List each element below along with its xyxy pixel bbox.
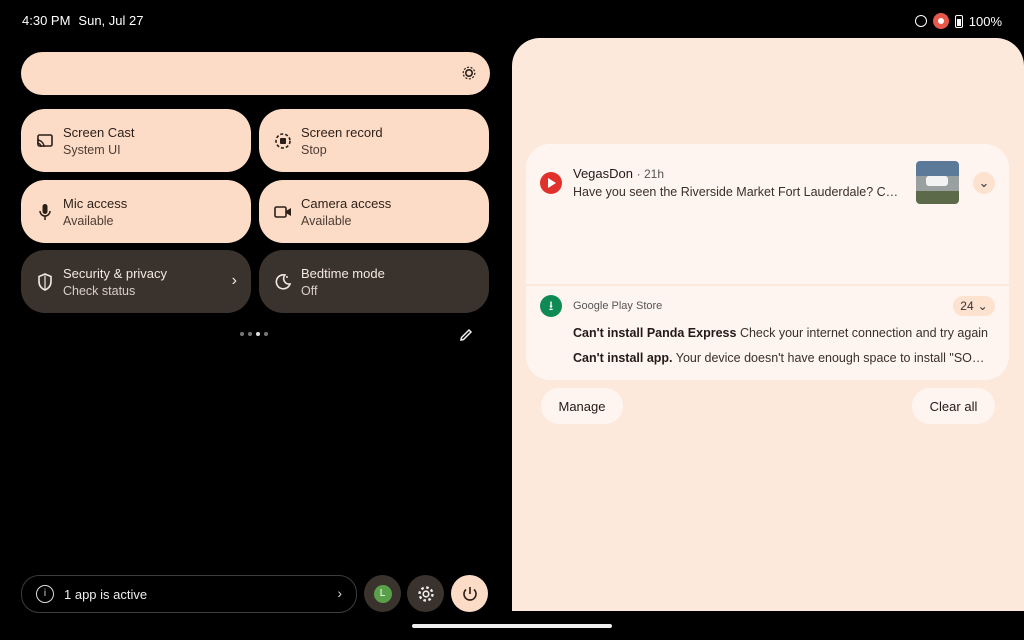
notification-count: 24: [960, 299, 974, 313]
tile-bedtime-mode[interactable]: Bedtime mode Off: [259, 250, 489, 313]
notification-sender: VegasDon: [573, 166, 633, 181]
manage-button[interactable]: Manage: [541, 388, 623, 424]
expand-notification-button[interactable]: ⌄: [973, 172, 995, 194]
status-bar-left: 4:30 PM Sun, Jul 27: [22, 13, 143, 28]
notification-divider: [526, 284, 1009, 286]
tile-screen-cast[interactable]: Screen Cast System UI: [21, 109, 251, 172]
power-button[interactable]: [451, 575, 488, 612]
notification-thumbnail: [916, 161, 959, 204]
battery-icon: [954, 14, 963, 28]
status-bar-right: 100%: [914, 13, 1002, 29]
tile-label: Security & privacy: [63, 265, 168, 281]
tile-status: Stop: [301, 142, 327, 157]
notification-line-title: Can't install app.: [573, 351, 673, 365]
page-dot: [240, 332, 244, 336]
camera-icon: [273, 202, 293, 222]
page-dot-active: [256, 332, 260, 336]
shield-icon: [35, 272, 55, 292]
notification-app-name: Google Play Store: [573, 300, 663, 312]
clear-all-button[interactable]: Clear all: [912, 388, 995, 424]
gear-icon: [417, 585, 434, 602]
tile-status: Available: [63, 213, 114, 228]
chevron-down-icon: ⌄: [977, 299, 988, 313]
clock: 4:30 PM: [22, 13, 71, 28]
tile-status: Off: [301, 283, 318, 298]
brightness-slider[interactable]: [21, 52, 490, 95]
tile-security-privacy[interactable]: Security & privacy Check status ›: [21, 250, 251, 313]
active-apps-button[interactable]: i 1 app is active ›: [21, 575, 357, 613]
screen-record-icon: [273, 131, 293, 151]
tile-label: Mic access: [63, 195, 128, 211]
tile-label: Screen Cast: [63, 124, 135, 140]
user-switch-button[interactable]: L: [364, 575, 401, 612]
separator-dot: ·: [636, 167, 644, 181]
page-indicator: [240, 332, 268, 336]
screen-record-indicator-icon: [932, 13, 949, 29]
notification-youtube-title[interactable]: VegasDon · 21h: [573, 166, 664, 181]
info-icon: i: [36, 585, 54, 603]
tile-status: Check status: [63, 283, 136, 298]
chevron-right-icon: ›: [337, 585, 342, 601]
date: Sun, Jul 27: [78, 13, 144, 28]
notification-youtube-body[interactable]: Have you seen the Riverside Market Fort …: [573, 185, 903, 199]
notification-line-text: Your device doesn't have enough space to…: [675, 351, 993, 365]
notification-count-expand-button[interactable]: 24 ⌄: [953, 296, 995, 316]
brightness-icon: [462, 66, 476, 80]
page-dot: [264, 332, 268, 336]
edit-pencil-icon[interactable]: [458, 327, 474, 343]
play-store-download-icon: ⭳: [540, 295, 562, 317]
youtube-icon: [540, 172, 562, 194]
microphone-icon: [35, 202, 55, 222]
settings-button[interactable]: [407, 575, 444, 612]
moon-icon: [273, 272, 293, 292]
power-icon: [462, 586, 477, 601]
tile-mic-access[interactable]: Mic access Available: [21, 180, 251, 243]
chevron-right-icon: ›: [231, 272, 237, 289]
tile-screen-record[interactable]: Screen record Stop: [259, 109, 489, 172]
tile-status: System UI: [63, 142, 121, 157]
tile-label: Screen record: [301, 124, 383, 140]
notification-play-store-line[interactable]: Can't install app. Your device doesn't h…: [573, 351, 993, 365]
page-dot: [248, 332, 252, 336]
alarm-icon: [914, 15, 927, 27]
tile-label: Bedtime mode: [301, 265, 385, 281]
cast-icon: [35, 131, 55, 151]
notification-time: 21h: [643, 167, 664, 181]
navigation-handle[interactable]: [412, 624, 612, 628]
notification-line-title: Can't install Panda Express: [573, 326, 737, 340]
notification-line-text: Check your internet connection and try a…: [739, 326, 989, 340]
notification-play-store-line[interactable]: Can't install Panda Express Check your i…: [573, 326, 993, 340]
tile-status: Available: [301, 213, 352, 228]
tile-camera-access[interactable]: Camera access Available: [259, 180, 489, 243]
tile-label: Camera access: [301, 195, 392, 211]
avatar: L: [373, 584, 392, 603]
active-apps-label: 1 app is active: [64, 586, 148, 602]
battery-level: 100%: [968, 13, 1002, 29]
